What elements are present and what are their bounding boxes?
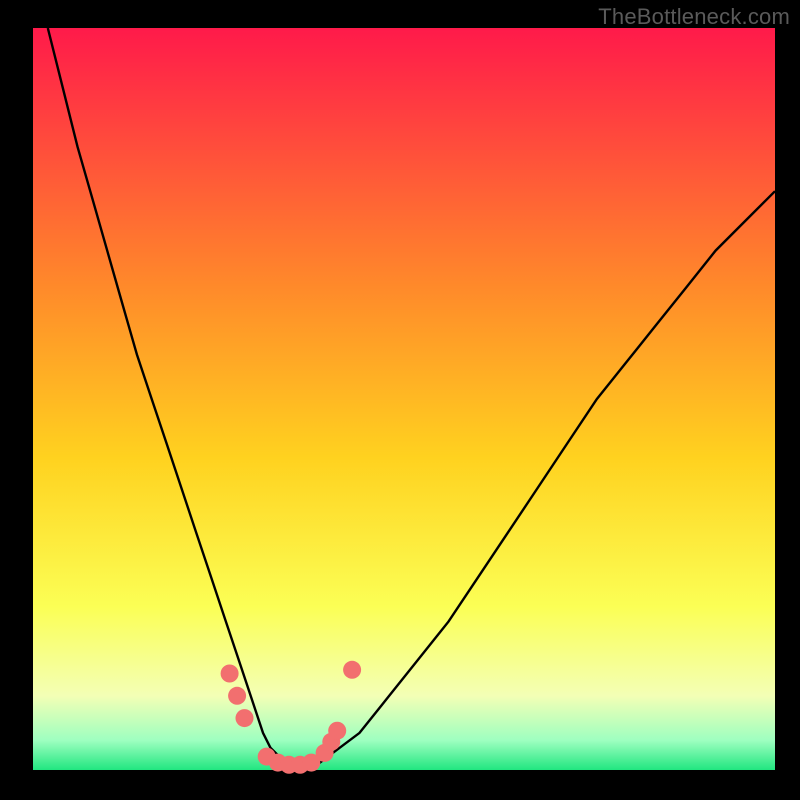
plot-area <box>33 28 775 770</box>
chart-container: TheBottleneck.com <box>0 0 800 800</box>
curve-marker <box>228 687 246 705</box>
curve-marker <box>343 661 361 679</box>
curve-marker <box>221 665 239 683</box>
curve-marker <box>328 722 346 740</box>
curve-marker <box>236 709 254 727</box>
watermark-text: TheBottleneck.com <box>598 4 790 30</box>
bottleneck-chart <box>0 0 800 800</box>
